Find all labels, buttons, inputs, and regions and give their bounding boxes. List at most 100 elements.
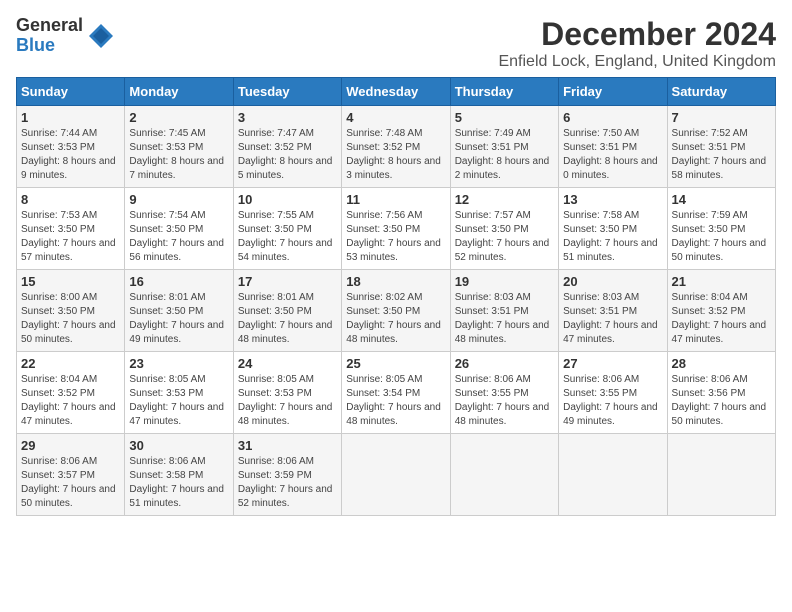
day-info: Sunrise: 7:55 AMSunset: 3:50 PMDaylight:… <box>238 209 337 265</box>
day-info: Sunrise: 8:00 AMSunset: 3:50 PMDaylight:… <box>21 291 120 347</box>
logo: General Blue <box>16 16 115 56</box>
calendar-cell: 12 Sunrise: 7:57 AMSunset: 3:50 PMDayligh… <box>450 188 558 270</box>
day-number: 7 <box>672 110 771 125</box>
calendar-cell: 27 Sunrise: 8:06 AMSunset: 3:55 PMDayligh… <box>559 352 667 434</box>
day-info: Sunrise: 8:06 AMSunset: 3:55 PMDaylight:… <box>563 373 662 429</box>
day-info: Sunrise: 7:52 AMSunset: 3:51 PMDaylight:… <box>672 127 771 183</box>
day-info: Sunrise: 8:01 AMSunset: 3:50 PMDaylight:… <box>238 291 337 347</box>
column-header-monday: Monday <box>125 78 233 106</box>
day-info: Sunrise: 7:50 AMSunset: 3:51 PMDaylight:… <box>563 127 662 183</box>
day-number: 3 <box>238 110 337 125</box>
calendar-cell: 18Sunrise: 8:02 AMSunset: 3:50 PMDayligh… <box>342 270 450 352</box>
title-section: December 2024 Enfield Lock, England, Uni… <box>498 16 776 71</box>
day-info: Sunrise: 7:59 AMSunset: 3:50 PMDaylight:… <box>672 209 771 265</box>
day-number: 16 <box>129 274 228 289</box>
day-info: Sunrise: 7:44 AMSunset: 3:53 PMDaylight:… <box>21 127 120 183</box>
calendar-cell: 26 Sunrise: 8:06 AMSunset: 3:55 PMDayligh… <box>450 352 558 434</box>
day-number: 29 <box>21 438 120 453</box>
calendar-week-2: 8 Sunrise: 7:53 AMSunset: 3:50 PMDaylight… <box>17 188 776 270</box>
calendar-cell: 6 Sunrise: 7:50 AMSunset: 3:51 PMDaylight… <box>559 106 667 188</box>
day-info: Sunrise: 8:06 AMSunset: 3:55 PMDaylight:… <box>455 373 554 429</box>
calendar-cell <box>342 434 450 516</box>
day-number: 17 <box>238 274 337 289</box>
calendar-cell: 28 Sunrise: 8:06 AMSunset: 3:56 PMDayligh… <box>667 352 775 434</box>
day-info: Sunrise: 7:53 AMSunset: 3:50 PMDaylight:… <box>21 209 120 265</box>
day-info: Sunrise: 8:06 AMSunset: 3:58 PMDaylight:… <box>129 455 228 511</box>
calendar-cell: 21 Sunrise: 8:04 AMSunset: 3:52 PMDayligh… <box>667 270 775 352</box>
calendar-cell: 30Sunrise: 8:06 AMSunset: 3:58 PMDayligh… <box>125 434 233 516</box>
calendar-cell: 16Sunrise: 8:01 AMSunset: 3:50 PMDayligh… <box>125 270 233 352</box>
day-info: Sunrise: 7:45 AMSunset: 3:53 PMDaylight:… <box>129 127 228 183</box>
calendar-cell: 10 Sunrise: 7:55 AMSunset: 3:50 PMDayligh… <box>233 188 341 270</box>
calendar-cell: 3Sunrise: 7:47 AMSunset: 3:52 PMDaylight… <box>233 106 341 188</box>
calendar-cell: 19Sunrise: 8:03 AMSunset: 3:51 PMDayligh… <box>450 270 558 352</box>
day-number: 27 <box>563 356 662 371</box>
day-number: 5 <box>455 110 554 125</box>
column-header-thursday: Thursday <box>450 78 558 106</box>
logo-general: General <box>16 16 83 36</box>
day-number: 26 <box>455 356 554 371</box>
calendar-cell: 13Sunrise: 7:58 AMSunset: 3:50 PMDayligh… <box>559 188 667 270</box>
day-number: 14 <box>672 192 771 207</box>
column-header-tuesday: Tuesday <box>233 78 341 106</box>
day-number: 28 <box>672 356 771 371</box>
day-number: 10 <box>238 192 337 207</box>
calendar-cell: 9Sunrise: 7:54 AMSunset: 3:50 PMDaylight… <box>125 188 233 270</box>
page-header: General Blue December 2024 Enfield Lock,… <box>16 16 776 71</box>
day-info: Sunrise: 7:48 AMSunset: 3:52 PMDaylight:… <box>346 127 445 183</box>
day-info: Sunrise: 8:06 AMSunset: 3:56 PMDaylight:… <box>672 373 771 429</box>
day-number: 31 <box>238 438 337 453</box>
day-number: 22 <box>21 356 120 371</box>
day-info: Sunrise: 8:03 AMSunset: 3:51 PMDaylight:… <box>563 291 662 347</box>
calendar-header: SundayMondayTuesdayWednesdayThursdayFrid… <box>17 78 776 106</box>
calendar-cell: 22Sunrise: 8:04 AMSunset: 3:52 PMDayligh… <box>17 352 125 434</box>
calendar-cell: 23Sunrise: 8:05 AMSunset: 3:53 PMDayligh… <box>125 352 233 434</box>
column-header-sunday: Sunday <box>17 78 125 106</box>
calendar-cell <box>450 434 558 516</box>
day-number: 4 <box>346 110 445 125</box>
day-info: Sunrise: 8:05 AMSunset: 3:53 PMDaylight:… <box>129 373 228 429</box>
day-number: 8 <box>21 192 120 207</box>
calendar-body: 1 Sunrise: 7:44 AMSunset: 3:53 PMDaylight… <box>17 106 776 516</box>
calendar-cell: 5 Sunrise: 7:49 AMSunset: 3:51 PMDaylight… <box>450 106 558 188</box>
calendar-cell: 1 Sunrise: 7:44 AMSunset: 3:53 PMDaylight… <box>17 106 125 188</box>
logo-blue: Blue <box>16 36 83 56</box>
calendar-cell: 8 Sunrise: 7:53 AMSunset: 3:50 PMDaylight… <box>17 188 125 270</box>
calendar-cell: 4 Sunrise: 7:48 AMSunset: 3:52 PMDaylight… <box>342 106 450 188</box>
day-number: 18 <box>346 274 445 289</box>
day-info: Sunrise: 8:05 AMSunset: 3:53 PMDaylight:… <box>238 373 337 429</box>
day-number: 6 <box>563 110 662 125</box>
day-number: 1 <box>21 110 120 125</box>
calendar-cell: 2 Sunrise: 7:45 AMSunset: 3:53 PMDaylight… <box>125 106 233 188</box>
column-header-saturday: Saturday <box>667 78 775 106</box>
calendar-week-3: 15Sunrise: 8:00 AMSunset: 3:50 PMDayligh… <box>17 270 776 352</box>
column-header-wednesday: Wednesday <box>342 78 450 106</box>
day-info: Sunrise: 7:49 AMSunset: 3:51 PMDaylight:… <box>455 127 554 183</box>
calendar-cell: 17 Sunrise: 8:01 AMSunset: 3:50 PMDayligh… <box>233 270 341 352</box>
calendar-cell: 14 Sunrise: 7:59 AMSunset: 3:50 PMDayligh… <box>667 188 775 270</box>
calendar-cell: 25Sunrise: 8:05 AMSunset: 3:54 PMDayligh… <box>342 352 450 434</box>
calendar-cell: 20 Sunrise: 8:03 AMSunset: 3:51 PMDayligh… <box>559 270 667 352</box>
calendar-cell <box>667 434 775 516</box>
day-info: Sunrise: 8:05 AMSunset: 3:54 PMDaylight:… <box>346 373 445 429</box>
day-number: 2 <box>129 110 228 125</box>
day-number: 21 <box>672 274 771 289</box>
day-info: Sunrise: 7:54 AMSunset: 3:50 PMDaylight:… <box>129 209 228 265</box>
calendar-cell: 15Sunrise: 8:00 AMSunset: 3:50 PMDayligh… <box>17 270 125 352</box>
day-number: 12 <box>455 192 554 207</box>
subtitle: Enfield Lock, England, United Kingdom <box>498 53 776 71</box>
calendar-cell: 24Sunrise: 8:05 AMSunset: 3:53 PMDayligh… <box>233 352 341 434</box>
calendar-cell <box>559 434 667 516</box>
calendar-week-5: 29Sunrise: 8:06 AMSunset: 3:57 PMDayligh… <box>17 434 776 516</box>
day-info: Sunrise: 7:57 AMSunset: 3:50 PMDaylight:… <box>455 209 554 265</box>
calendar-cell: 11Sunrise: 7:56 AMSunset: 3:50 PMDayligh… <box>342 188 450 270</box>
day-number: 11 <box>346 192 445 207</box>
day-info: Sunrise: 8:04 AMSunset: 3:52 PMDaylight:… <box>672 291 771 347</box>
calendar-cell: 7 Sunrise: 7:52 AMSunset: 3:51 PMDaylight… <box>667 106 775 188</box>
calendar-week-1: 1 Sunrise: 7:44 AMSunset: 3:53 PMDaylight… <box>17 106 776 188</box>
day-number: 19 <box>455 274 554 289</box>
day-info: Sunrise: 8:06 AMSunset: 3:59 PMDaylight:… <box>238 455 337 511</box>
column-header-friday: Friday <box>559 78 667 106</box>
day-info: Sunrise: 7:58 AMSunset: 3:50 PMDaylight:… <box>563 209 662 265</box>
day-number: 20 <box>563 274 662 289</box>
